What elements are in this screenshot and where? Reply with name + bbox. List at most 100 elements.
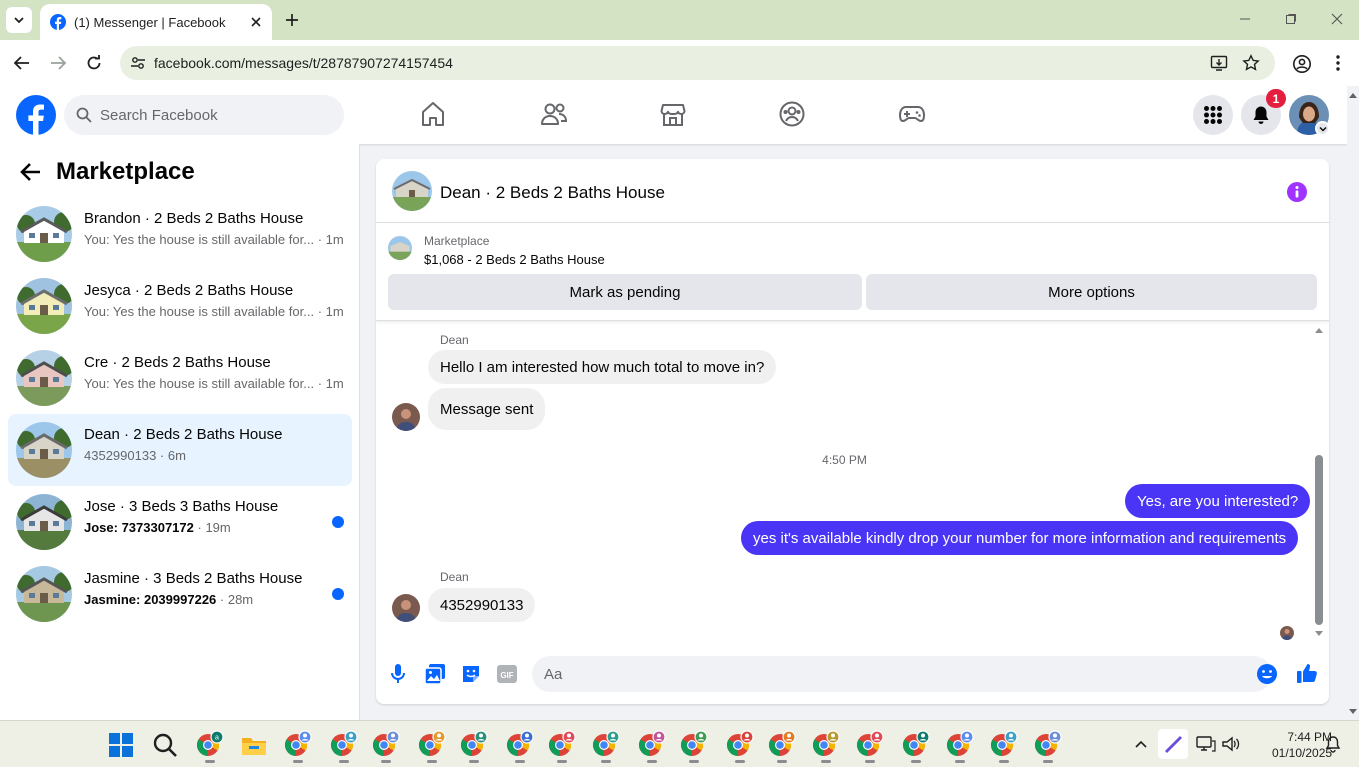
browser-tab[interactable]: (1) Messenger | Facebook bbox=[40, 4, 272, 40]
file-explorer-icon[interactable] bbox=[240, 732, 268, 758]
chrome-profile-taskbar-button[interactable] bbox=[946, 730, 974, 763]
conversation-item[interactable]: Jesyca · 2 Beds 2 Baths House You: Yes th… bbox=[8, 270, 352, 342]
friends-icon[interactable] bbox=[540, 100, 568, 128]
messages-scrollbar[interactable] bbox=[1313, 323, 1325, 641]
emoji-icon[interactable] bbox=[1256, 663, 1278, 685]
chat-thumbnail[interactable] bbox=[392, 171, 432, 211]
chrome-profile-taskbar-button[interactable] bbox=[460, 730, 488, 763]
back-arrow-icon[interactable] bbox=[20, 161, 42, 183]
message-input-box[interactable] bbox=[532, 656, 1277, 692]
network-icon[interactable] bbox=[1196, 735, 1216, 753]
search-bar[interactable] bbox=[64, 95, 344, 135]
back-arrow-icon[interactable] bbox=[13, 54, 31, 72]
reload-icon[interactable] bbox=[85, 54, 103, 72]
site-settings-icon[interactable] bbox=[130, 55, 146, 71]
restore-icon[interactable] bbox=[1284, 12, 1298, 26]
menu-grid-button[interactable] bbox=[1193, 95, 1233, 135]
search-icon[interactable] bbox=[152, 732, 178, 758]
chrome-profile-taskbar-button[interactable] bbox=[592, 730, 620, 763]
home-icon[interactable] bbox=[420, 100, 446, 128]
facebook-logo-icon[interactable] bbox=[16, 95, 56, 135]
listing-price[interactable]: $1,068 - 2 Beds 2 Baths House bbox=[424, 252, 605, 267]
chrome-profile-taskbar-button[interactable] bbox=[812, 730, 840, 763]
preview-time: 1m bbox=[325, 232, 344, 247]
page-scrollbar[interactable] bbox=[1347, 86, 1359, 720]
search-input[interactable] bbox=[100, 106, 320, 124]
chrome-profile-taskbar-button[interactable] bbox=[768, 730, 796, 763]
user-avatar-icon bbox=[1280, 626, 1294, 640]
running-indicator bbox=[689, 760, 699, 763]
running-indicator bbox=[1043, 760, 1053, 763]
running-indicator bbox=[205, 760, 215, 763]
install-app-icon[interactable] bbox=[1210, 54, 1228, 72]
listing-thumbnail[interactable] bbox=[388, 236, 412, 260]
forward-arrow-icon[interactable] bbox=[49, 54, 67, 72]
kebab-menu-icon[interactable] bbox=[1329, 54, 1347, 72]
chrome-profile-taskbar-button[interactable] bbox=[902, 730, 930, 763]
conversation-item[interactable]: Jasmine · 3 Beds 2 Baths House Jasmine: 2… bbox=[8, 558, 352, 630]
window-close-icon[interactable] bbox=[1330, 12, 1344, 26]
tab-search-button[interactable] bbox=[6, 7, 32, 33]
chrome-icon bbox=[947, 730, 974, 756]
chrome-profile-taskbar-button[interactable] bbox=[856, 730, 884, 763]
bookmark-star-icon[interactable] bbox=[1242, 54, 1260, 72]
conversation-item[interactable]: Dean · 2 Beds 2 Baths House 4352990133 · … bbox=[8, 414, 352, 486]
scroll-up-arrow-icon[interactable] bbox=[1347, 90, 1359, 100]
conversation-item[interactable]: Cre · 2 Beds 2 Baths House You: Yes the h… bbox=[8, 342, 352, 414]
chrome-profile-taskbar-button[interactable] bbox=[638, 730, 666, 763]
scroll-up-arrow-icon[interactable] bbox=[1313, 325, 1325, 335]
sticker-icon[interactable] bbox=[460, 663, 482, 685]
pen-tray-button[interactable] bbox=[1158, 729, 1188, 759]
minimize-icon[interactable] bbox=[1238, 12, 1252, 26]
running-indicator bbox=[469, 760, 479, 763]
contact-avatar[interactable] bbox=[392, 403, 420, 431]
account-menu-chevron[interactable] bbox=[1315, 121, 1330, 136]
incoming-message[interactable]: Message sent bbox=[428, 388, 546, 430]
incoming-message[interactable]: 4352990133 bbox=[428, 588, 536, 622]
chrome-profile-taskbar-button[interactable] bbox=[548, 730, 576, 763]
chrome-profile-taskbar-button[interactable] bbox=[284, 730, 312, 763]
scroll-down-arrow-icon[interactable] bbox=[1347, 707, 1359, 717]
chrome-profile-taskbar-button[interactable] bbox=[372, 730, 400, 763]
message-input[interactable] bbox=[544, 665, 1224, 683]
conversation-preview: Jasmine: 2039997226 · 28m bbox=[84, 592, 254, 607]
chrome-profile-taskbar-button[interactable] bbox=[330, 730, 358, 763]
conversation-item[interactable]: Brandon · 2 Beds 2 Baths House You: Yes t… bbox=[8, 198, 352, 270]
chrome-profile-taskbar-button[interactable] bbox=[1034, 730, 1062, 763]
marketplace-icon[interactable] bbox=[660, 100, 686, 128]
chrome-profile-taskbar-button[interactable] bbox=[680, 730, 708, 763]
close-icon[interactable] bbox=[250, 16, 262, 28]
chevron-up-icon[interactable] bbox=[1134, 739, 1148, 749]
groups-icon[interactable] bbox=[779, 100, 805, 128]
microphone-icon[interactable] bbox=[388, 663, 408, 685]
gif-icon[interactable]: GIF bbox=[496, 663, 518, 685]
new-tab-plus-icon[interactable] bbox=[282, 10, 302, 30]
outgoing-message[interactable]: yes it's available kindly drop your numb… bbox=[741, 521, 1299, 555]
volume-icon[interactable] bbox=[1221, 735, 1241, 753]
more-options-button[interactable]: More options bbox=[866, 274, 1317, 310]
thumbs-up-icon[interactable] bbox=[1296, 662, 1318, 684]
chrome-profile-taskbar-button[interactable] bbox=[506, 730, 534, 763]
notification-bell-icon[interactable] bbox=[1324, 735, 1342, 753]
chrome-profile-taskbar-button[interactable]: a bbox=[196, 730, 224, 763]
chrome-profile-taskbar-button[interactable] bbox=[990, 730, 1018, 763]
contact-avatar[interactable] bbox=[392, 594, 420, 622]
gaming-icon[interactable] bbox=[898, 100, 926, 128]
windows-start-icon[interactable] bbox=[108, 732, 134, 758]
scroll-down-arrow-icon[interactable] bbox=[1313, 629, 1325, 639]
chrome-profile-taskbar-button[interactable] bbox=[418, 730, 446, 763]
conversation-item[interactable]: Jose · 3 Beds 3 Baths House Jose: 7373307… bbox=[8, 486, 352, 558]
facebook-header bbox=[0, 86, 1347, 144]
photo-attach-icon[interactable] bbox=[424, 663, 446, 685]
incoming-message[interactable]: Hello I am interested how much total to … bbox=[428, 350, 777, 384]
mark-as-pending-button[interactable]: Mark as pending bbox=[388, 274, 862, 310]
chrome-icon bbox=[681, 730, 708, 756]
scroll-thumb[interactable] bbox=[1315, 455, 1323, 625]
info-icon[interactable] bbox=[1286, 181, 1308, 203]
chrome-profile-taskbar-button[interactable] bbox=[726, 730, 754, 763]
address-bar[interactable]: facebook.com/messages/t/2878790727415745… bbox=[120, 46, 1275, 80]
conversation-name: Dean · 2 Beds 2 Baths House bbox=[84, 426, 283, 443]
outgoing-message[interactable]: Yes, are you interested? bbox=[1125, 484, 1311, 518]
unread-dot bbox=[332, 516, 344, 528]
profile-icon[interactable] bbox=[1292, 54, 1312, 74]
